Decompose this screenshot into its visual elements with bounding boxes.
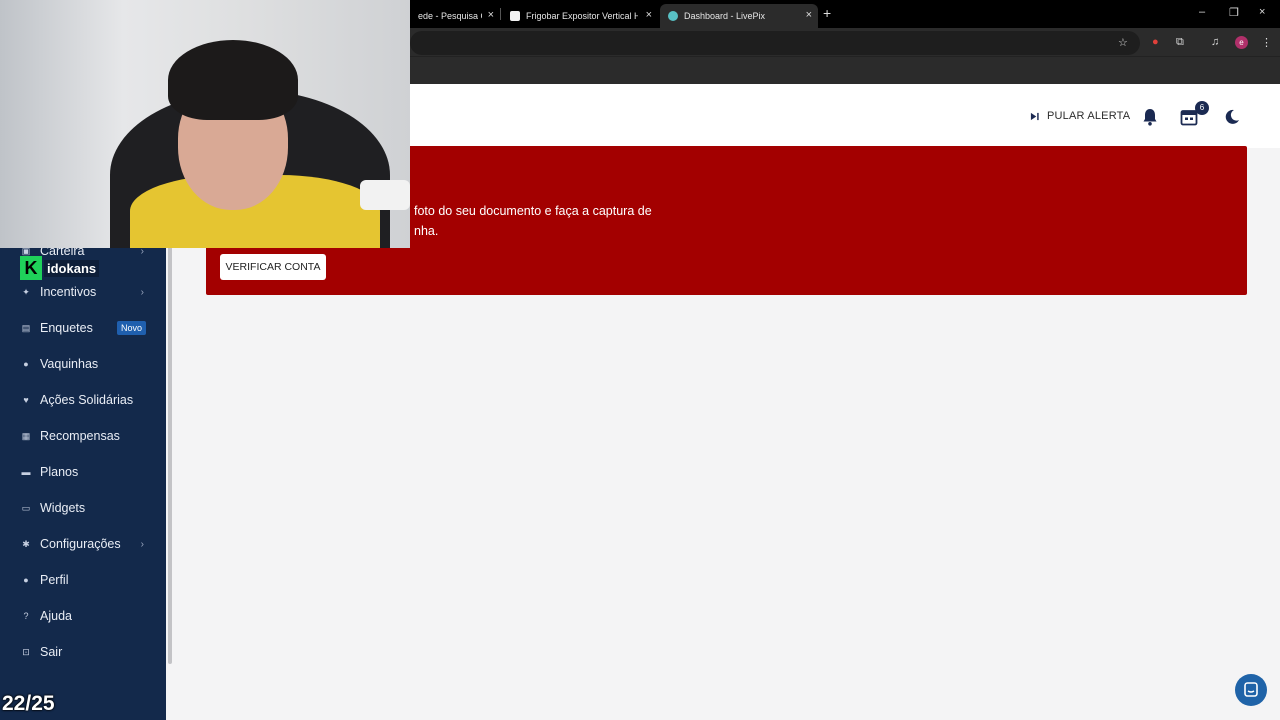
- extension-red-icon[interactable]: ●: [1152, 36, 1159, 48]
- browser-tab-frigobar[interactable]: Frigobar Expositor Vertical HQ ×: [502, 4, 658, 28]
- new-tab-button[interactable]: +: [823, 5, 831, 21]
- sidebar-item-perfil[interactable]: ● Perfil: [0, 562, 166, 598]
- tab-title: ede - Pesquisa Go: [418, 11, 482, 21]
- brand-logo-letter: K: [20, 256, 42, 280]
- livepix-favicon-icon: [668, 11, 678, 21]
- alert-line-2: nha.: [414, 224, 439, 238]
- gift-icon: ▦: [21, 430, 31, 441]
- hand-heart-icon: ♥: [23, 395, 29, 405]
- ticket-icon: ▬: [21, 467, 31, 477]
- sidebar-item-label: Configurações: [40, 537, 121, 551]
- streamer-hair: [168, 40, 298, 120]
- streamer-brand-overlay: K idokans: [20, 256, 100, 280]
- new-badge: Novo: [116, 321, 146, 335]
- skip-next-icon: [1030, 112, 1039, 120]
- tab-title: Frigobar Expositor Vertical HQ: [526, 11, 638, 21]
- alert-message: foto do seu documento e faça a captura d…: [414, 201, 894, 241]
- tab-title: Dashboard - LivePix: [684, 11, 766, 21]
- dark-mode-moon-icon[interactable]: [1224, 109, 1240, 125]
- skip-alert-button[interactable]: PULAR ALERTA: [1030, 110, 1130, 122]
- browser-tab-google[interactable]: ede - Pesquisa Go ×: [410, 4, 500, 28]
- browser-menu-icon[interactable]: ⋮: [1261, 36, 1272, 49]
- tab-separator: [500, 8, 501, 20]
- sidebar-item-label: Vaquinhas: [40, 357, 99, 371]
- sidebar-item-enquetes[interactable]: ▤ Enquetes Novo: [0, 310, 166, 346]
- minimize-button[interactable]: –: [1199, 6, 1205, 18]
- media-control-icon[interactable]: ♫: [1211, 36, 1219, 48]
- sidebar-item-label: Incentivos: [40, 285, 97, 299]
- piggy-bank-icon: ●: [23, 359, 29, 369]
- sidebar-item-label: Widgets: [40, 501, 86, 515]
- sidebar-item-label: Ajuda: [40, 609, 72, 623]
- user-icon: ●: [23, 575, 29, 585]
- profile-avatar[interactable]: e: [1235, 36, 1248, 49]
- sidebar-item-sair[interactable]: ⊡ Sair: [0, 634, 166, 670]
- alert-line-1: foto do seu documento e faça a captura d…: [414, 204, 652, 218]
- background-device: [360, 180, 410, 210]
- webcam-overlay: [0, 0, 410, 248]
- gear-icon: ✱: [22, 538, 30, 549]
- sidebar-item-planos[interactable]: ▬ Planos: [0, 454, 166, 490]
- url-input[interactable]: ☆: [410, 31, 1140, 55]
- sidebar-item-ajuda[interactable]: ? Ajuda: [0, 598, 166, 634]
- sidebar-item-label: Enquetes: [40, 321, 93, 335]
- calendar-count-badge: 6: [1195, 101, 1209, 115]
- logout-icon: ⊡: [22, 646, 30, 657]
- brand-name: idokans: [44, 259, 100, 277]
- skip-alert-label: PULAR ALERTA: [1047, 110, 1131, 122]
- restore-button[interactable]: ❐: [1229, 6, 1239, 19]
- help-icon: ?: [23, 611, 29, 621]
- star-bookmark-icon[interactable]: ☆: [1118, 36, 1128, 49]
- tab-close-icon[interactable]: ×: [488, 9, 494, 21]
- chat-bubble-icon: [1244, 682, 1258, 697]
- sparkle-icon: ✦: [22, 286, 30, 297]
- amazon-favicon-icon: [510, 11, 520, 21]
- verify-account-button[interactable]: VERIFICAR CONTA: [220, 254, 326, 280]
- sidebar-item-label: Ações Solidárias: [40, 393, 134, 407]
- sidebar-item-widgets[interactable]: ▭ Widgets: [0, 490, 166, 526]
- extensions-puzzle-icon[interactable]: ⧉: [1176, 36, 1184, 49]
- poll-icon: ▤: [21, 322, 31, 333]
- sidebar-item-vaquinhas[interactable]: ● Vaquinhas: [0, 346, 166, 382]
- monitor-icon: ▭: [21, 502, 31, 513]
- sidebar-item-acoes-solidarias[interactable]: ♥ Ações Solidárias: [0, 382, 166, 418]
- sidebar-item-recompensas[interactable]: ▦ Recompensas: [0, 418, 166, 454]
- chevron-right-icon: ›: [140, 286, 144, 298]
- sidebar-item-label: Recompensas: [40, 429, 120, 443]
- browser-tab-dashboard[interactable]: Dashboard - LivePix ×: [660, 4, 818, 28]
- sidebar-item-configuracoes[interactable]: ✱ Configurações ›: [0, 526, 166, 562]
- sidebar-item-label: Sair: [40, 645, 63, 659]
- sidebar: ▣ Carteira › ✦ Incentivos › ▤ Enquetes N…: [0, 244, 166, 720]
- sidebar-item-label: Perfil: [40, 573, 69, 587]
- chevron-right-icon: ›: [140, 538, 144, 550]
- tab-close-icon[interactable]: ×: [646, 9, 652, 21]
- tab-close-icon[interactable]: ×: [806, 9, 812, 21]
- chat-support-button[interactable]: [1235, 674, 1267, 706]
- sub-goal-counter: 22/25: [2, 692, 55, 715]
- bell-icon[interactable]: [1142, 108, 1158, 126]
- close-window-button[interactable]: ×: [1259, 6, 1265, 18]
- sidebar-item-label: Planos: [40, 465, 79, 479]
